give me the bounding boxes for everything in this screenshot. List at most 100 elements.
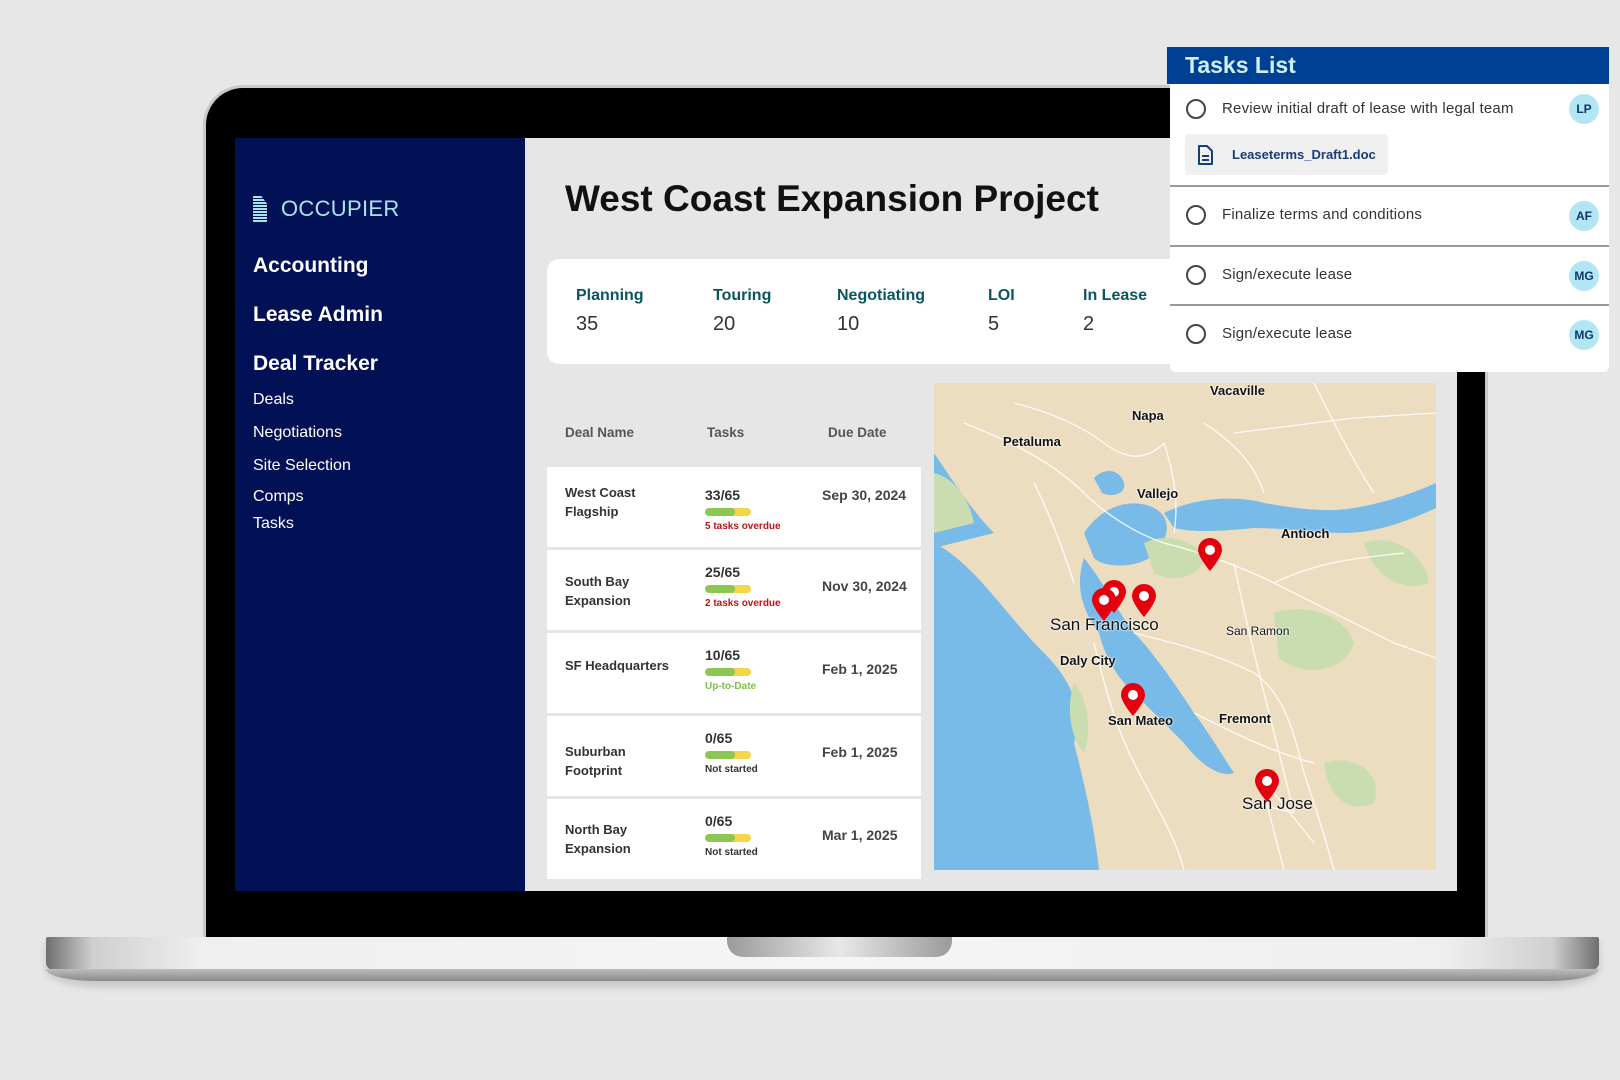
- map-base: [934, 383, 1436, 870]
- task-checkbox[interactable]: [1186, 99, 1206, 119]
- stat-value: 5: [988, 313, 1000, 335]
- due-date: Nov 30, 2024: [822, 578, 907, 594]
- assignee-avatar[interactable]: LP: [1569, 94, 1599, 124]
- task-status: 2 tasks overdue: [705, 598, 781, 609]
- task-text: Review initial draft of lease with legal…: [1222, 100, 1514, 117]
- task-progress-bar: [705, 585, 751, 593]
- stat-label: Negotiating: [837, 287, 925, 304]
- building-logo-icon: [253, 196, 267, 222]
- stat-loi[interactable]: LOI 5: [988, 287, 1015, 336]
- sidebar-item-deal-tracker[interactable]: Deal Tracker: [253, 352, 378, 376]
- mockup-stage: OCCUPIER Accounting Lease Admin Deal Tra…: [0, 0, 1620, 1080]
- map-pin-icon[interactable]: [1091, 588, 1117, 622]
- stat-label: In Lease: [1083, 287, 1148, 304]
- task-progress-fill: [705, 668, 736, 676]
- task-checkbox[interactable]: [1186, 205, 1206, 225]
- map-label-fremont: Fremont: [1219, 711, 1271, 726]
- sidebar-item-tasks[interactable]: Tasks: [253, 515, 294, 533]
- task-text: Finalize terms and conditions: [1222, 206, 1423, 223]
- task-progress-fill: [705, 834, 736, 842]
- task-progress-bar: [705, 751, 751, 759]
- assignee-avatar[interactable]: MG: [1569, 261, 1599, 291]
- due-date: Feb 1, 2025: [822, 744, 898, 760]
- pipeline-stats-card: Planning 35 Touring 20 Negotiating 10 LO…: [547, 259, 1187, 364]
- tasks-list-body: Review initial draft of lease with legal…: [1170, 84, 1609, 372]
- sidebar-item-lease-admin[interactable]: Lease Admin: [253, 303, 383, 327]
- task-count: 0/65: [705, 730, 733, 746]
- map-pin-icon[interactable]: [1120, 683, 1146, 717]
- stat-touring[interactable]: Touring 20: [713, 287, 771, 336]
- stat-label: Touring: [713, 287, 772, 304]
- task-progress-bar: [705, 668, 751, 676]
- task-progress-bar: [705, 508, 751, 516]
- column-header-deal-name[interactable]: Deal Name: [565, 425, 634, 440]
- stat-value: 35: [576, 313, 599, 335]
- task-status: 5 tasks overdue: [705, 521, 781, 532]
- task-progress-bar: [705, 834, 751, 842]
- task-item[interactable]: Sign/execute lease MG: [1170, 306, 1609, 366]
- map-label-antioch: Antioch: [1281, 526, 1330, 541]
- task-progress-fill: [705, 508, 736, 516]
- deal-name[interactable]: Suburban Footprint: [565, 742, 675, 780]
- attachment-filename: Leaseterms_Draft1.doc: [1232, 147, 1376, 162]
- sidebar-item-negotiations[interactable]: Negotiations: [253, 424, 342, 442]
- task-item[interactable]: Sign/execute lease MG: [1170, 247, 1609, 306]
- stat-value: 20: [713, 313, 736, 335]
- task-checkbox[interactable]: [1186, 265, 1206, 285]
- task-status: Up-to-Date: [705, 681, 757, 692]
- deal-name[interactable]: South Bay Expansion: [565, 572, 675, 610]
- deal-name[interactable]: SF Headquarters: [565, 656, 675, 675]
- stat-label: LOI: [988, 287, 1015, 304]
- logo[interactable]: OCCUPIER: [253, 196, 400, 222]
- table-row[interactable]: North Bay Expansion 0/65 Not started Mar…: [547, 799, 921, 879]
- task-count: 10/65: [705, 647, 741, 663]
- map-label-vacaville: Vacaville: [1210, 383, 1265, 398]
- due-date: Sep 30, 2024: [822, 487, 907, 503]
- sidebar-item-comps[interactable]: Comps: [253, 488, 304, 506]
- assignee-avatar[interactable]: AF: [1569, 201, 1599, 231]
- map-pin-icon[interactable]: [1131, 584, 1157, 618]
- sidebar-item-deals[interactable]: Deals: [253, 391, 294, 409]
- map-label-petaluma: Petaluma: [1003, 434, 1061, 449]
- stat-value: 2: [1083, 313, 1095, 335]
- laptop-hinge-notch: [727, 937, 952, 957]
- deal-name[interactable]: West Coast Flagship: [565, 483, 675, 521]
- due-date: Mar 1, 2025: [822, 827, 898, 843]
- task-item[interactable]: Review initial draft of lease with legal…: [1170, 84, 1609, 187]
- map-pin-icon[interactable]: [1197, 538, 1223, 572]
- attachment-chip[interactable]: Leaseterms_Draft1.doc: [1185, 134, 1388, 175]
- map-label-vallejo: Vallejo: [1137, 486, 1179, 501]
- sidebar-item-accounting[interactable]: Accounting: [253, 254, 369, 278]
- task-text: Sign/execute lease: [1222, 325, 1353, 342]
- task-checkbox[interactable]: [1186, 324, 1206, 344]
- deals-map[interactable]: Vacaville Napa Petaluma Vallejo Antioch …: [934, 383, 1436, 870]
- task-item[interactable]: Finalize terms and conditions AF: [1170, 187, 1609, 247]
- deal-name[interactable]: North Bay Expansion: [565, 820, 675, 858]
- stat-negotiating[interactable]: Negotiating 10: [837, 287, 925, 336]
- task-count: 0/65: [705, 813, 733, 829]
- sidebar-item-site-selection[interactable]: Site Selection: [253, 457, 351, 475]
- assignee-avatar[interactable]: MG: [1569, 320, 1599, 350]
- table-row[interactable]: Suburban Footprint 0/65 Not started Feb …: [547, 716, 921, 796]
- table-row[interactable]: South Bay Expansion 25/65 2 tasks overdu…: [547, 550, 921, 630]
- stat-planning[interactable]: Planning 35: [576, 287, 644, 336]
- map-pin-icon[interactable]: [1254, 769, 1280, 803]
- due-date: Feb 1, 2025: [822, 661, 898, 677]
- tasks-list-panel: Tasks List Review initial draft of lease…: [1167, 47, 1609, 372]
- map-label-san-ramon: San Ramon: [1226, 624, 1290, 638]
- stat-in-lease[interactable]: In Lease 2: [1083, 287, 1147, 336]
- task-status: Not started: [705, 764, 758, 775]
- task-progress-fill: [705, 751, 736, 759]
- column-header-tasks[interactable]: Tasks: [707, 425, 744, 440]
- sidebar: OCCUPIER Accounting Lease Admin Deal Tra…: [235, 138, 525, 891]
- table-row[interactable]: West Coast Flagship 33/65 5 tasks overdu…: [547, 467, 921, 547]
- stat-label: Planning: [576, 287, 644, 304]
- map-label-daly-city: Daly City: [1060, 653, 1116, 668]
- table-row[interactable]: SF Headquarters 10/65 Up-to-Date Feb 1, …: [547, 633, 921, 713]
- task-progress-fill: [705, 585, 736, 593]
- column-header-due-date[interactable]: Due Date: [828, 425, 887, 440]
- task-status: Not started: [705, 847, 758, 858]
- tasks-list-title: Tasks List: [1167, 47, 1609, 84]
- task-count: 33/65: [705, 487, 741, 503]
- brand-name: OCCUPIER: [281, 196, 400, 221]
